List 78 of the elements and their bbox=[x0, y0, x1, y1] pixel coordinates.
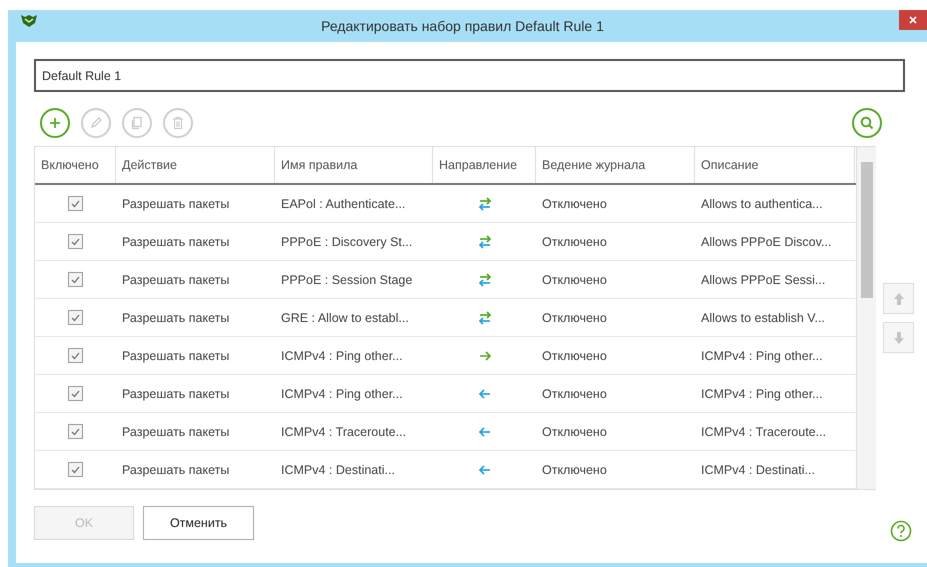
add-button[interactable] bbox=[40, 108, 70, 138]
column-header[interactable]: Ведение журнала bbox=[536, 147, 695, 183]
checkbox[interactable] bbox=[68, 348, 83, 363]
checkbox[interactable] bbox=[68, 310, 83, 325]
table-cell-text: Отключено bbox=[541, 272, 608, 288]
search-button[interactable] bbox=[852, 108, 882, 138]
table-cell-text: Разрешать пакеты bbox=[121, 386, 230, 403]
pencil-icon bbox=[89, 116, 103, 130]
name-field[interactable]: Default Rule 1 bbox=[34, 59, 905, 92]
scrollbar[interactable] bbox=[856, 147, 876, 489]
down-arrow-icon bbox=[892, 330, 904, 344]
check-icon bbox=[71, 352, 80, 360]
table-cell-text: PPPoE : Discovery St... bbox=[280, 234, 414, 251]
table-cell-text: Allows PPPoE Sessi... bbox=[700, 272, 826, 288]
help-icon[interactable] bbox=[890, 520, 912, 542]
swap-arrows-icon bbox=[476, 234, 492, 250]
table-cell-text: Allows to authentica... bbox=[700, 196, 824, 212]
table-cell-text: Отключено bbox=[541, 386, 608, 402]
column-header[interactable]: Направление bbox=[433, 147, 536, 183]
shield-logo-icon bbox=[20, 14, 38, 28]
table-cell-text: Отключено bbox=[541, 424, 608, 440]
scroll-thumb[interactable] bbox=[861, 162, 873, 298]
table-cell-text: Отключено bbox=[541, 348, 608, 364]
checkbox[interactable] bbox=[68, 272, 83, 287]
table-cell-text: ICMPv4 : Destinati... bbox=[700, 462, 816, 478]
check-icon bbox=[71, 276, 80, 284]
table-cell-text: Разрешать пакеты bbox=[121, 234, 230, 251]
checkbox[interactable] bbox=[68, 462, 83, 477]
swap-arrows-icon bbox=[476, 196, 492, 212]
table-cell-text: Отключено bbox=[541, 196, 608, 212]
close-icon bbox=[909, 16, 917, 24]
table-cell-text: ICMPv4 : Ping other... bbox=[280, 386, 404, 403]
check-icon bbox=[71, 428, 80, 436]
table-cell-text: EAPol : Authenticate... bbox=[280, 196, 406, 212]
table-cell-text: ICMPv4 : Destinati... bbox=[280, 462, 396, 478]
cancel-button[interactable]: Отменить bbox=[143, 506, 254, 540]
column-header[interactable]: Включено bbox=[35, 147, 116, 183]
close-button[interactable] bbox=[899, 10, 927, 30]
table-cell-text: Allows to establish V... bbox=[700, 310, 826, 326]
table-cell-text: ICMPv4 : Ping other... bbox=[700, 386, 824, 403]
check-icon bbox=[71, 238, 80, 246]
copy-icon bbox=[130, 116, 144, 130]
table-cell-text: Разрешать пакеты bbox=[121, 272, 230, 289]
plus-icon bbox=[48, 116, 62, 130]
table-cell-text: ICMPv4 : Ping other... bbox=[700, 348, 824, 365]
check-icon bbox=[71, 314, 80, 322]
column-header[interactable]: Действие bbox=[116, 147, 275, 183]
table-cell-text: Allows PPPoE Discov... bbox=[700, 234, 832, 250]
check-icon bbox=[71, 390, 80, 398]
move-down-button[interactable] bbox=[883, 322, 914, 353]
checkbox[interactable] bbox=[68, 234, 83, 249]
table-cell-text: ICMPv4 : Traceroute... bbox=[700, 424, 828, 440]
move-up-button[interactable] bbox=[883, 283, 914, 314]
table-cell-text: ICMPv4 : Traceroute... bbox=[280, 424, 408, 440]
table-cell-text: Разрешать пакеты bbox=[121, 424, 230, 441]
window-title: Редактировать набор правил Default Rule 1 bbox=[320, 18, 605, 34]
check-icon bbox=[71, 466, 80, 474]
swap-arrows-icon bbox=[476, 272, 492, 288]
table-cell-text: Отключено bbox=[541, 462, 608, 478]
checkbox[interactable] bbox=[68, 424, 83, 439]
column-header[interactable]: Описание bbox=[695, 147, 855, 183]
table-cell-text: Отключено bbox=[541, 234, 608, 250]
table-cell-text: GRE : Allow to establ... bbox=[280, 310, 410, 326]
checkbox[interactable] bbox=[68, 196, 83, 211]
table-cell-text: PPPoE : Session Stage bbox=[280, 272, 414, 289]
table-cell-text: Разрешать пакеты bbox=[121, 196, 230, 213]
checkbox[interactable] bbox=[68, 386, 83, 401]
table-cell-text: Отключено bbox=[541, 310, 608, 326]
up-arrow-icon bbox=[892, 292, 904, 306]
table-cell-text: Разрешать пакеты bbox=[121, 348, 230, 365]
table-cell-text: ICMPv4 : Ping other... bbox=[280, 348, 404, 365]
column-header[interactable]: Имя правила bbox=[275, 147, 433, 183]
search-icon bbox=[860, 116, 874, 130]
swap-arrows-icon bbox=[476, 310, 492, 326]
check-icon bbox=[71, 200, 80, 208]
trash-icon bbox=[171, 116, 185, 130]
table-cell-text: Разрешать пакеты bbox=[121, 310, 230, 327]
table-cell-text: Разрешать пакеты bbox=[121, 462, 230, 479]
